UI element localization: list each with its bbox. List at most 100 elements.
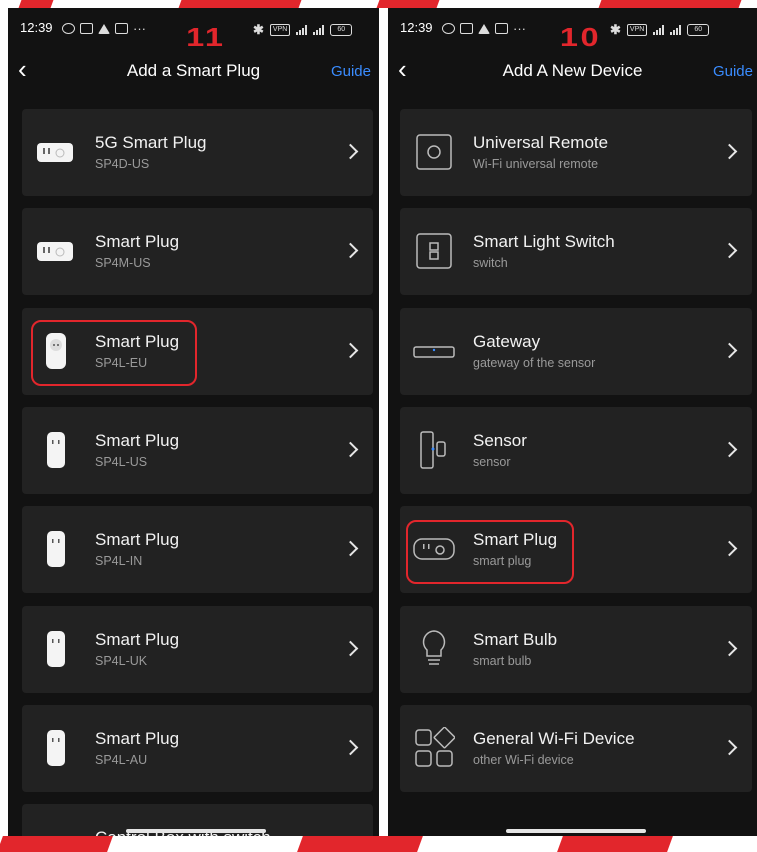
list-item[interactable]: 5G Smart Plug SP4D-US (22, 109, 373, 196)
tall-plug-icon (35, 429, 77, 471)
guide-link[interactable]: Guide (713, 63, 753, 80)
annotation-stripe (557, 836, 673, 852)
message-icon (460, 23, 473, 34)
item-subtitle: SP4D-US (95, 157, 150, 171)
nav-bar: ‹ Add a Smart Plug Guide (8, 56, 379, 86)
wide-us-plug-icon (35, 131, 77, 173)
light-switch-icon (413, 230, 455, 272)
wifi-device-grid-icon (413, 726, 456, 769)
item-name: General Wi-Fi Device (473, 728, 635, 748)
telegram-icon (478, 23, 490, 34)
chevron-right-icon (721, 342, 738, 358)
item-subtitle: other Wi-Fi device (473, 752, 574, 767)
battery-icon: 60 (687, 24, 710, 36)
item-name: Universal Remote (473, 133, 609, 152)
status-time: 12:39 (400, 20, 433, 35)
system-status-icons: ✱ VPN 60 (610, 22, 710, 38)
list-item[interactable]: Sensor sensor (400, 406, 752, 494)
item-subtitle: sensor (473, 454, 511, 469)
item-name: Smart Plug (95, 430, 180, 450)
telegram-icon (98, 23, 110, 34)
add-smart-plug-screen: 12:39 ··· ✱ VPN 60 11 ‹ Add a Smart Plug… (8, 8, 379, 836)
signal-icon (653, 25, 665, 35)
step-badge: 11 (186, 22, 226, 52)
battery-icon: 60 (330, 24, 353, 36)
item-subtitle: switch (473, 256, 508, 271)
list-item[interactable]: Smart Plug SP4L-EU (22, 307, 373, 395)
youtube-icon (115, 23, 128, 34)
list-item[interactable]: Smart Plug SP4M-US (22, 208, 373, 296)
tall-plug-icon (35, 528, 77, 570)
item-name: Sensor (473, 430, 527, 450)
add-new-device-screen: 12:39 ··· ✱ VPN 60 10 ‹ Add A New Device… (388, 8, 757, 836)
list-item[interactable]: General Wi-Fi Device other Wi-Fi device (400, 704, 752, 792)
chevron-right-icon (721, 441, 738, 458)
youtube-icon (495, 23, 508, 34)
control-box-icon (35, 826, 77, 836)
highlight-annotation (406, 520, 574, 585)
step-badge: 10 (559, 22, 602, 52)
item-subtitle: SP4M-US (95, 256, 151, 271)
page-title: Add A New Device (502, 61, 643, 80)
notification-icons: ··· (62, 21, 146, 36)
door-sensor-icon (413, 429, 455, 471)
item-subtitle: SP4L-US (95, 454, 148, 469)
home-indicator (126, 829, 266, 833)
notification-icons: ··· (442, 21, 526, 36)
item-subtitle: smart bulb (473, 653, 532, 668)
message-icon (80, 23, 93, 34)
list-item[interactable]: Smart Plug SP4L-UK (22, 605, 373, 693)
signal-icon (296, 25, 308, 35)
chevron-right-icon (721, 143, 738, 160)
chevron-right-icon (342, 243, 359, 259)
annotation-stripe (18, 0, 54, 8)
item-subtitle: Wi-Fi universal remote (473, 157, 599, 171)
item-subtitle: SP4L-AU (95, 752, 148, 767)
list-item[interactable]: Smart Light Switch switch (400, 208, 752, 296)
list-item[interactable]: Smart Plug SP4L-AU (22, 704, 373, 792)
system-status-icons: ✱ VPN 60 (253, 22, 353, 38)
list-item[interactable]: Smart Plug SP4L-US (22, 406, 373, 494)
item-subtitle: gateway of the sensor (473, 355, 596, 370)
page-title: Add a Smart Plug (126, 61, 261, 80)
more-notifications-icon: ··· (133, 21, 146, 36)
list-item[interactable]: Smart Plug smart plug (400, 506, 752, 594)
guide-link[interactable]: Guide (331, 63, 371, 80)
list-item[interactable]: Universal Remote Wi-Fi universal remote (400, 109, 752, 196)
tall-plug-icon (35, 628, 77, 670)
item-name: Smart Plug (95, 232, 180, 252)
vpn-icon: VPN (626, 24, 648, 36)
item-name: Smart Plug (95, 530, 180, 550)
vpn-icon: VPN (269, 24, 291, 36)
annotation-stripe (0, 836, 113, 852)
bluetooth-icon: ✱ (253, 22, 264, 37)
annotation-stripe (598, 0, 742, 8)
chevron-right-icon (342, 640, 359, 656)
nav-bar: ‹ Add A New Device Guide (388, 56, 757, 86)
universal-remote-icon (413, 131, 455, 173)
status-time: 12:39 (20, 20, 53, 35)
highlight-annotation (31, 319, 197, 386)
annotation-stripe (178, 0, 302, 8)
item-name: Gateway (473, 331, 541, 351)
list-item[interactable]: Gateway gateway of the sensor (400, 307, 752, 395)
annotation-stripe (297, 836, 423, 852)
chevron-right-icon (721, 739, 738, 756)
light-bulb-icon (413, 628, 455, 670)
chevron-right-icon (342, 143, 359, 160)
signal-icon-2 (313, 25, 325, 35)
bluetooth-icon: ✱ (610, 22, 621, 37)
chevron-right-icon (721, 243, 738, 259)
item-name: Smart Light Switch (473, 232, 615, 252)
list-item[interactable]: Smart Bulb smart bulb (400, 605, 752, 693)
item-subtitle: SP4L-IN (95, 554, 143, 569)
chevron-right-icon (342, 739, 359, 756)
item-name: Smart Bulb (473, 629, 558, 649)
tall-plug-icon (35, 727, 77, 769)
more-notifications-icon: ··· (513, 21, 526, 36)
item-name: Smart Plug (95, 629, 180, 649)
item-name: Smart Plug (95, 728, 180, 748)
list-item[interactable]: Smart Plug SP4L-IN (22, 506, 373, 594)
gateway-icon (413, 330, 455, 372)
alarm-icon (62, 23, 75, 34)
